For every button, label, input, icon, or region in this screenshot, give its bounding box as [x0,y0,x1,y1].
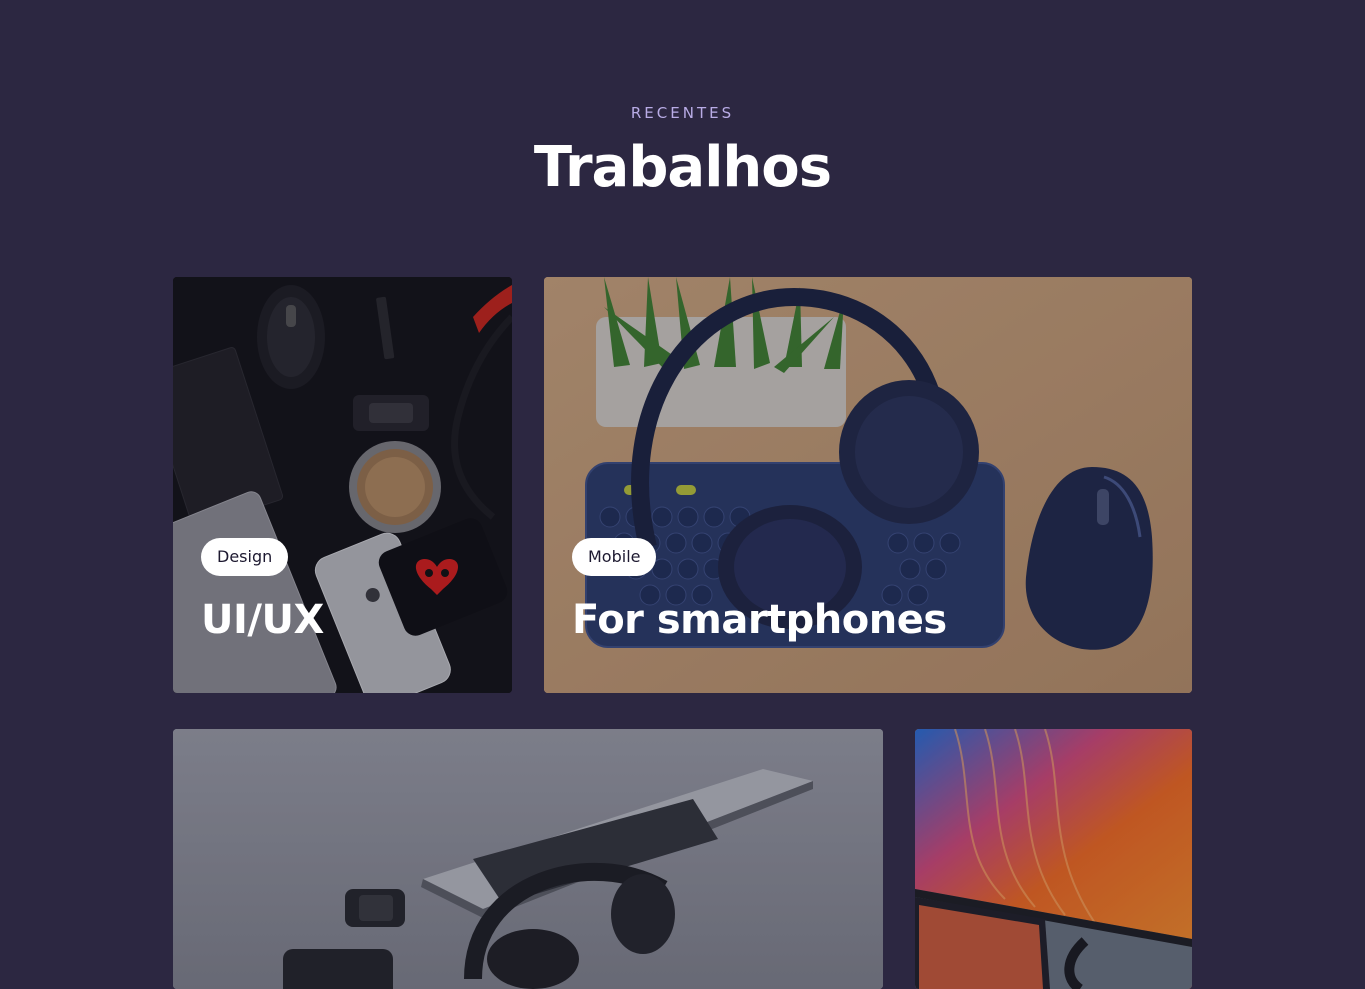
image-overlay [173,729,883,989]
work-card-uiux[interactable]: Design UI/UX [173,277,512,693]
tag-badge: Design [201,538,289,576]
work-card-laptop[interactable] [173,729,883,989]
section-title: Trabalhos [533,135,832,200]
image-overlay [915,729,1192,989]
tag-badge: Mobile [572,538,657,576]
section-eyebrow: RECENTES [630,104,735,122]
work-title: UI/UX [201,597,324,643]
work-card-monitor[interactable] [915,729,1192,989]
work-card-smartphones[interactable]: Mobile For smartphones [544,277,1192,693]
work-title: For smartphones [572,597,947,643]
